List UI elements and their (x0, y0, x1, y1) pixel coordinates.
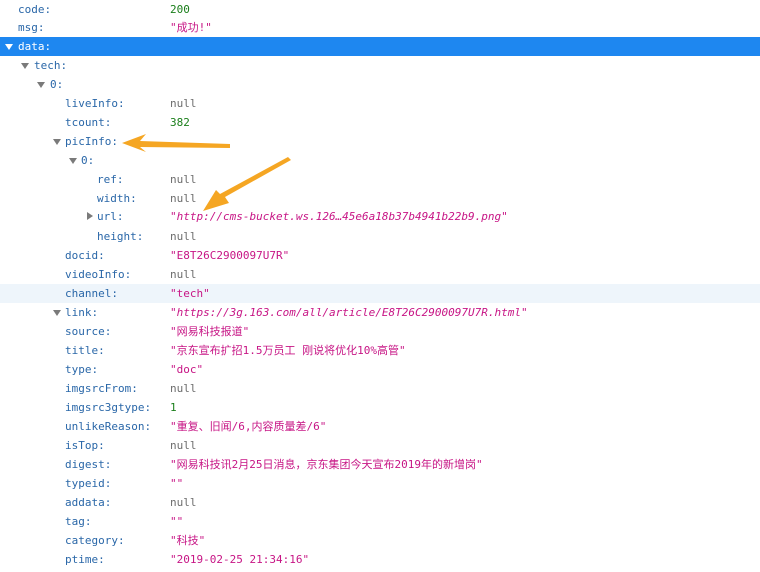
json-row-type[interactable]: type: "doc" (0, 360, 760, 379)
json-row-typeid[interactable]: typeid: "" (0, 474, 760, 493)
json-value: "" (170, 477, 184, 490)
json-row-url[interactable]: url: "http://cms-bucket.ws.126…45e6a18b3… (0, 207, 760, 226)
json-key: data: (18, 40, 52, 53)
json-key: addata: (65, 496, 112, 509)
json-key: videoInfo: (65, 268, 132, 281)
json-value[interactable]: "https://3g.163.com/all/article/E8T26C29… (170, 303, 528, 322)
json-key: ref: (97, 173, 124, 186)
json-key: typeid: (65, 477, 112, 490)
json-row-isTop[interactable]: isTop: null (0, 436, 760, 455)
json-row-title[interactable]: title: "京东宣布扩招1.5万员工 刚说将优化10%高管" (0, 341, 760, 360)
json-key: channel: (65, 287, 118, 300)
json-value: "科技" (170, 534, 206, 547)
json-row-ref[interactable]: ref: null (0, 170, 760, 189)
triangle-down-icon[interactable] (53, 310, 61, 316)
json-value: "网易科技报道" (170, 325, 250, 338)
json-value: 382 (170, 116, 190, 129)
json-row-docid[interactable]: docid: "E8T26C2900097U7R" (0, 246, 760, 265)
json-row-tech[interactable]: tech: (0, 56, 760, 75)
json-key: width: (97, 192, 137, 205)
json-row-imgsrcFrom[interactable]: imgsrcFrom: null (0, 379, 760, 398)
json-value: 200 (170, 3, 190, 16)
json-row-ptime[interactable]: ptime: "2019-02-25 21:34:16" (0, 550, 760, 569)
triangle-down-icon[interactable] (53, 139, 61, 145)
json-key: code: (18, 3, 52, 16)
json-key: tcount: (65, 116, 112, 129)
json-value: null (170, 192, 197, 205)
json-key: title: (65, 344, 105, 357)
json-key: 0: (81, 154, 95, 167)
json-row-msg[interactable]: msg: "成功!" (0, 18, 760, 37)
json-row-imgsrc3gtype[interactable]: imgsrc3gtype: 1 (0, 398, 760, 417)
json-key: link: (65, 306, 99, 319)
json-value: "网易科技讯2月25日消息，京东集团今天宣布2019年的新增岗" (170, 458, 483, 471)
triangle-down-icon[interactable] (5, 44, 13, 50)
json-value: "2019-02-25 21:34:16" (170, 553, 310, 566)
json-value: null (170, 97, 197, 110)
json-row-tcount[interactable]: tcount: 382 (0, 113, 760, 132)
json-key: ptime: (65, 553, 105, 566)
json-key: imgsrc3gtype: (65, 401, 152, 414)
json-row-height[interactable]: height: null (0, 227, 760, 246)
json-row-pic-0[interactable]: 0: (0, 151, 760, 170)
json-row-tag[interactable]: tag: "" (0, 512, 760, 531)
json-value[interactable]: "http://cms-bucket.ws.126…45e6a18b37b494… (170, 207, 508, 226)
json-value: "京东宣布扩招1.5万员工 刚说将优化10%高管" (170, 344, 406, 357)
json-row-source[interactable]: source: "网易科技报道" (0, 322, 760, 341)
json-key: category: (65, 534, 125, 547)
json-key: height: (97, 230, 144, 243)
json-key: docid: (65, 249, 105, 262)
json-value: null (170, 496, 197, 509)
json-key: unlikeReason: (65, 420, 152, 433)
json-row-unlikeReason[interactable]: unlikeReason: "重复、旧闻/6,内容质量差/6" (0, 417, 760, 436)
json-value: null (170, 173, 197, 186)
json-value: "E8T26C2900097U7R" (170, 249, 290, 262)
json-key: isTop: (65, 439, 105, 452)
json-key: picInfo: (65, 135, 118, 148)
json-key: type: (65, 363, 99, 376)
json-key: 0: (50, 78, 64, 91)
json-value: null (170, 230, 197, 243)
json-key: url: (97, 210, 124, 223)
json-row-width[interactable]: width: null (0, 189, 760, 208)
json-value: "doc" (170, 363, 204, 376)
json-value: null (170, 439, 197, 452)
json-key: tech: (34, 59, 68, 72)
triangle-down-icon[interactable] (69, 158, 77, 164)
json-key: imgsrcFrom: (65, 382, 138, 395)
json-key: tag: (65, 515, 92, 528)
json-row-digest[interactable]: digest: "网易科技讯2月25日消息，京东集团今天宣布2019年的新增岗" (0, 455, 760, 474)
json-value: "重复、旧闻/6,内容质量差/6" (170, 420, 327, 433)
json-row-videoInfo[interactable]: videoInfo: null (0, 265, 760, 284)
json-row-addata[interactable]: addata: null (0, 493, 760, 512)
json-row-picInfo[interactable]: picInfo: (0, 132, 760, 151)
json-row-link[interactable]: link: "https://3g.163.com/all/article/E8… (0, 303, 760, 322)
json-row-code[interactable]: code: 200 (0, 0, 760, 19)
triangle-down-icon[interactable] (21, 63, 29, 69)
json-row-item-0[interactable]: 0: (0, 75, 760, 94)
json-key: msg: (18, 21, 45, 34)
json-value: "tech" (170, 287, 210, 300)
triangle-right-icon[interactable] (87, 212, 93, 220)
json-value: null (170, 382, 197, 395)
json-row-liveInfo[interactable]: liveInfo: null (0, 94, 760, 113)
json-key: source: (65, 325, 112, 338)
json-value: null (170, 268, 197, 281)
json-value: 1 (170, 401, 177, 414)
json-value: "" (170, 515, 184, 528)
json-row-category[interactable]: category: "科技" (0, 531, 760, 550)
json-value: "成功!" (170, 21, 212, 34)
json-row-data[interactable]: data: (0, 37, 760, 56)
json-row-channel[interactable]: channel: "tech" (0, 284, 760, 303)
triangle-down-icon[interactable] (37, 82, 45, 88)
json-key: liveInfo: (65, 97, 125, 110)
json-key: digest: (65, 458, 112, 471)
